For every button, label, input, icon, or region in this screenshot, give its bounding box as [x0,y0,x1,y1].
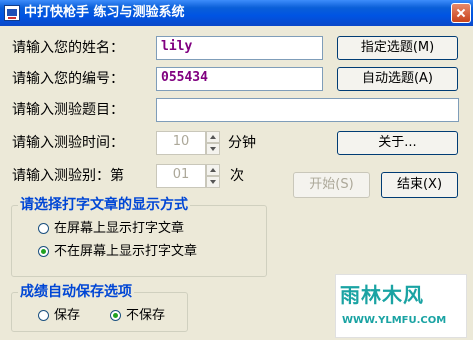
level-spinner-buttons[interactable] [206,164,220,188]
save-options-title: 成绩自动保存选项 [18,283,134,301]
radio-checked-icon[interactable] [110,310,121,321]
name-input[interactable]: lily [156,36,323,60]
level-unit-label: 次 [230,168,244,184]
level-spinner[interactable]: 01 [156,164,206,188]
close-button[interactable] [451,3,471,23]
spin-down-icon[interactable] [206,143,220,155]
spin-up-icon[interactable] [206,164,220,176]
level-label: 请输入测验别：第 [12,168,124,184]
radio-icon[interactable] [38,223,49,234]
time-spinner-buttons[interactable] [206,131,220,155]
radio-icon[interactable] [38,310,49,321]
spin-up-icon[interactable] [206,131,220,143]
time-spinner[interactable]: 10 [156,131,206,155]
radio-label: 不保存 [126,308,166,323]
watermark-url-text: WWW.YLMFU.COM [342,315,447,326]
topic-input[interactable] [156,98,459,122]
display-mode-title: 请选择打字文章的显示方式 [18,196,190,214]
id-input[interactable]: 055434 [156,67,323,91]
auto-topic-button[interactable]: 自动选题(A) [337,67,458,91]
start-button[interactable]: 开始(S) [293,172,370,198]
id-label: 请输入您的编号： [12,71,124,87]
window-title: 中打快枪手 练习与测验系统 [24,5,185,20]
radio-checked-icon[interactable] [38,246,49,257]
name-label: 请输入您的姓名： [12,40,124,56]
end-button[interactable]: 结束(X) [381,172,458,198]
radio-label: 在屏幕上显示打字文章 [54,221,185,236]
watermark-main-text: 雨林木风 [340,283,424,307]
watermark-logo: 雨林木风 WWW.YLMFU.COM [335,274,467,338]
radio-label: 保存 [54,308,81,323]
app-icon[interactable] [4,5,20,21]
time-unit-label: 分钟 [228,135,256,151]
spin-down-icon[interactable] [206,176,220,188]
radio-label: 不在屏幕上显示打字文章 [54,244,198,259]
time-label: 请输入测验时间： [12,135,124,151]
topic-label: 请输入测验题目： [12,102,124,118]
select-topic-button[interactable]: 指定选题(M) [337,36,458,60]
about-button[interactable]: 关于... [337,131,458,155]
display-mode-group: 请选择打字文章的显示方式 在屏幕上显示打字文章 不在屏幕上显示打字文章 [11,196,267,277]
save-options-group: 成绩自动保存选项 保存 不保存 [11,283,188,332]
title-bar: 中打快枪手 练习与测验系统 [0,0,473,26]
